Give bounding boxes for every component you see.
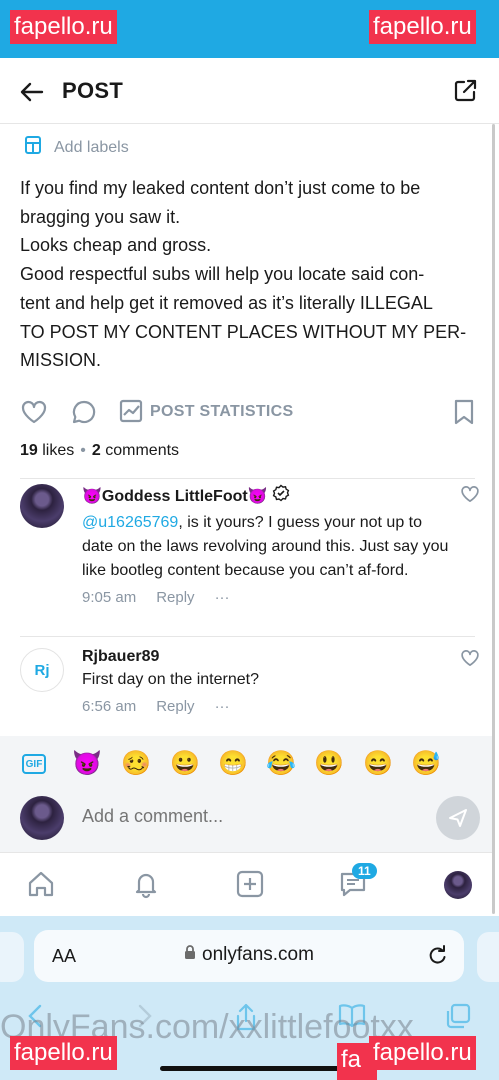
comment-body: 😈Goddess LittleFoot😈 @u16265769, is it y… [82, 484, 452, 606]
post-counts: 19 likes • 2 comments [20, 442, 179, 460]
mention-link[interactable]: @u16265769 [82, 514, 178, 531]
comment-like-heart-icon[interactable] [460, 484, 480, 509]
reload-icon[interactable] [426, 944, 448, 971]
post-text: If you find my leaked content don’t just… [20, 174, 470, 375]
next-tab[interactable] [477, 932, 499, 982]
gif-icon[interactable]: GIF [22, 754, 46, 774]
post-line: tent and help get it removed as it’s lit… [20, 292, 433, 313]
emoji-button[interactable]: 😀 [170, 750, 200, 778]
comments-label[interactable]: comments [105, 442, 179, 459]
comment-meta: 9:05 am Reply ··· [82, 589, 452, 606]
like-heart-icon[interactable] [20, 398, 48, 431]
more-options-icon[interactable]: ··· [215, 698, 230, 715]
url-text: onlyfans.com [202, 944, 314, 965]
statistics-chart-icon[interactable] [118, 398, 144, 429]
emoji-bar: GIF 😈 🥴 😀 😁 😂 😃 😄 😅 [0, 736, 492, 792]
address-bar[interactable]: AA onlyfans.com [34, 930, 464, 982]
comment-bubble-icon[interactable] [70, 398, 98, 431]
comment-text: @u16265769, is it yours? I guess your no… [82, 511, 452, 583]
watermark-top-left: fapello.ru [10, 10, 117, 44]
send-icon[interactable] [436, 796, 480, 840]
watermark-bottom-left: fapello.ru [10, 1036, 117, 1070]
author-name: 😈Goddess LittleFoot😈 [82, 487, 268, 505]
likes-label[interactable]: likes [42, 442, 74, 459]
post-line: Looks cheap and gross. [20, 235, 212, 256]
previous-tab[interactable] [0, 932, 24, 982]
page-title: POST [62, 78, 124, 103]
more-options-icon[interactable]: ··· [215, 589, 230, 606]
emoji-button[interactable]: 🥴 [121, 750, 151, 778]
label-icon [22, 134, 44, 161]
reply-button[interactable]: Reply [156, 589, 194, 606]
watermark-bottom-right: fapello.ru [369, 1036, 476, 1070]
add-labels-text: Add labels [54, 138, 129, 156]
divider [20, 478, 475, 479]
comment-like-heart-icon[interactable] [460, 648, 480, 673]
add-labels-button[interactable]: Add labels [22, 134, 129, 161]
comment-meta: 6:56 am Reply ··· [82, 698, 452, 715]
post-line: Good respectful subs will help you locat… [20, 264, 425, 285]
comment-time: 9:05 am [82, 589, 137, 606]
comment-time: 6:56 am [82, 698, 137, 715]
comment-text: First day on the internet? [82, 671, 259, 688]
add-post-icon[interactable] [235, 869, 265, 904]
bottom-nav: 11 [0, 852, 492, 916]
bookmark-icon[interactable] [452, 398, 476, 431]
emoji-button[interactable]: 😃 [314, 750, 344, 778]
profile-avatar[interactable] [444, 871, 472, 899]
post-line: MISSION. [20, 350, 102, 371]
lock-icon [184, 944, 196, 966]
reader-settings-button[interactable]: AA [52, 946, 76, 967]
verified-badge-icon [272, 484, 290, 507]
reply-button[interactable]: Reply [156, 698, 194, 715]
comment-input[interactable] [82, 806, 422, 827]
back-arrow-icon[interactable] [18, 78, 46, 106]
post-line: TO POST MY CONTENT PLACES WITHOUT MY PER… [20, 321, 467, 342]
avatar[interactable] [20, 484, 64, 528]
emoji-button[interactable]: 😂 [266, 750, 296, 778]
divider [20, 636, 475, 637]
post-line: bragging you saw it. [20, 206, 181, 227]
bell-icon[interactable] [131, 869, 161, 904]
add-comment-bar [0, 792, 492, 852]
messages-badge: 11 [352, 863, 377, 879]
post-actions: POST STATISTICS [20, 396, 480, 430]
home-indicator [160, 1066, 340, 1071]
avatar[interactable]: Rj [20, 648, 64, 692]
emoji-button[interactable]: 😅 [411, 750, 441, 778]
home-icon[interactable] [26, 869, 56, 904]
post-header: POST [0, 58, 499, 124]
emoji-button[interactable]: 😄 [363, 750, 393, 778]
share-icon[interactable] [452, 78, 478, 104]
avatar [20, 796, 64, 840]
comment-author[interactable]: 😈Goddess LittleFoot😈 [82, 484, 452, 507]
comment-author[interactable]: Rjbauer89 [82, 648, 452, 666]
likes-count: 19 [20, 442, 38, 459]
post-statistics-button[interactable]: POST STATISTICS [150, 403, 293, 421]
comments-count: 2 [91, 442, 101, 459]
post-line: If you find my leaked content don’t just… [20, 178, 421, 198]
separator-dot: • [80, 442, 86, 459]
scrollbar[interactable] [492, 124, 495, 914]
emoji-button[interactable]: 😁 [218, 750, 248, 778]
watermark-top-right: fapello.ru [369, 10, 476, 44]
comment-body: Rjbauer89 First day on the internet? 6:5… [82, 648, 452, 715]
url-display[interactable]: onlyfans.com [184, 944, 314, 966]
emoji-button[interactable]: 😈 [72, 750, 102, 778]
